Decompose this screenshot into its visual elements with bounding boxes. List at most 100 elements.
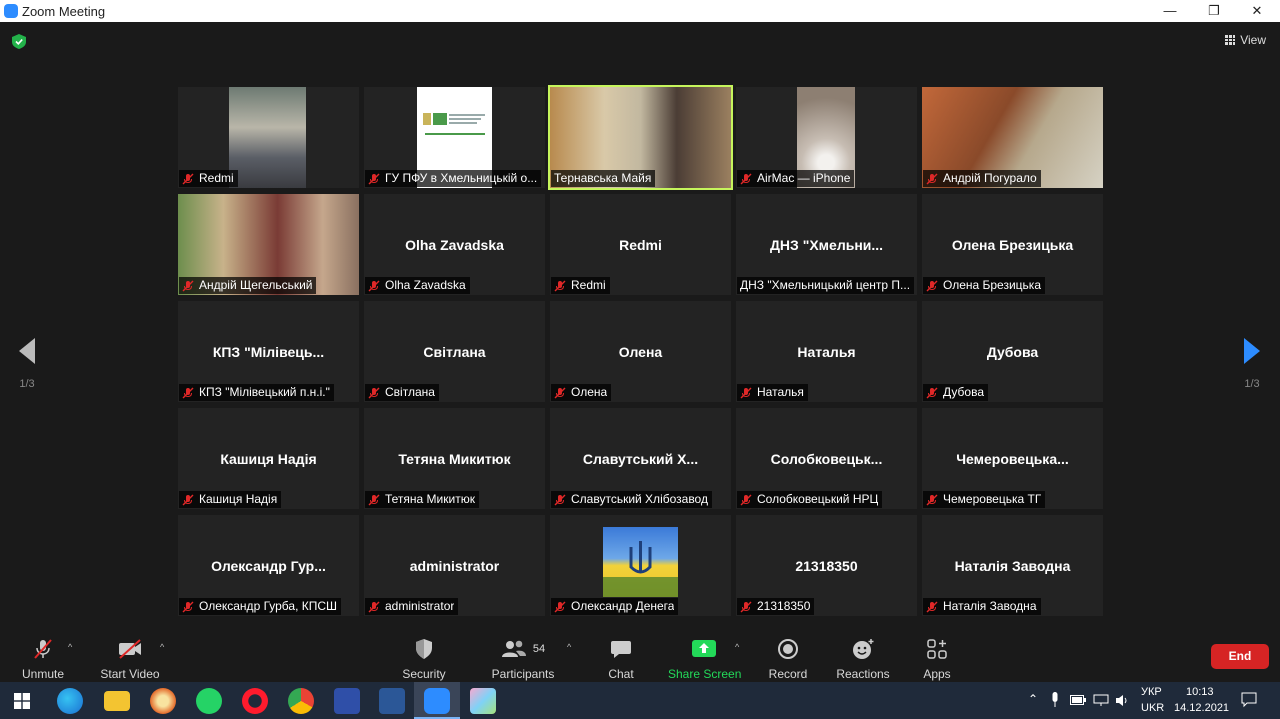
participant-tile[interactable]: Кашиця Надія Кашиця Надія [178,408,359,509]
participant-name-label: Олександр Гурба, КПСШ [179,598,342,615]
participant-name: Тетяна Микитюк [385,492,475,506]
participant-tile[interactable]: Olha Zavadska Olha Zavadska [364,194,545,295]
mic-muted-icon [554,387,566,398]
participant-name: Олена [571,385,608,399]
record-button[interactable]: Record [766,636,810,681]
start-video-button[interactable]: Start Video [100,636,160,681]
restore-button[interactable]: ❐ [1194,1,1234,21]
participant-tile[interactable]: Олена Брезицька Олена Брезицька [922,194,1103,295]
smiley-icon [853,639,874,659]
mic-muted-icon [182,173,194,184]
participant-tile[interactable]: ГУ ПФУ в Хмельницькій о... [364,87,545,188]
participant-tile[interactable]: ДНЗ "Хмельни... ДНЗ "Хмельницький центр П… [736,194,917,295]
participant-tile[interactable]: Тернавська Майя [548,85,733,190]
windows-start-icon[interactable] [14,693,30,709]
battery-icon[interactable] [1070,695,1086,705]
participant-tile[interactable]: Наталья Наталья [736,301,917,402]
participant-tile[interactable]: Андрій Щегельський [178,194,359,295]
participant-tile[interactable]: Солобковецьк... Солобковецький НРЦ [736,408,917,509]
word-app-icon[interactable] [379,688,405,714]
participant-name: Redmi [199,171,234,185]
notification-icon[interactable] [1241,692,1257,708]
participant-tile[interactable]: Тетяна Микитюк Тетяна Микитюк [364,408,545,509]
reactions-label: Reactions [836,667,890,681]
apps-button[interactable]: Apps [920,636,954,681]
share-screen-button[interactable]: Share Screen [668,636,741,681]
mic-muted-icon [740,601,752,612]
video-options-caret[interactable]: ^ [160,642,164,652]
volume-icon[interactable] [1115,694,1131,707]
security-shield-icon [416,639,432,659]
arrow-right-icon [1244,338,1260,364]
participant-tile[interactable]: КПЗ "Мілівець... КПЗ "Мілівецький п.н.і." [178,301,359,402]
participant-tile[interactable]: Дубова Дубова [922,301,1103,402]
participant-name: Олександр Денега [571,599,675,613]
settings-app-icon[interactable] [150,688,176,714]
participant-display-name: Олександр Гур... [211,558,326,574]
zoom-taskbar-active[interactable] [414,682,460,719]
photo-app-icon[interactable] [470,688,496,714]
grid-icon [1225,35,1236,45]
reactions-button[interactable]: Reactions [836,636,890,681]
participant-display-name: Redmi [619,237,662,253]
clock-time[interactable]: 10:13 [1186,686,1214,698]
participant-display-name: 21318350 [795,558,858,574]
end-meeting-button[interactable]: End [1211,644,1269,669]
keyboard-language-top[interactable]: УКР [1141,686,1162,698]
file-explorer-icon[interactable] [104,691,130,711]
participant-name-label: Чемеровецька ТГ [923,491,1046,508]
participant-name: 21318350 [757,599,811,613]
participant-tile[interactable]: Андрій Погурало [922,87,1103,188]
participant-tile[interactable]: Олена Олена [550,301,731,402]
participant-tile[interactable]: Олександр Денега [550,515,731,616]
audio-options-caret[interactable]: ^ [68,642,72,652]
mic-muted-icon [34,639,52,659]
next-page-button[interactable]: 1/3 [1237,338,1267,390]
meeting-toolbar: Unmute ^ Start Video ^ Security 54 Parti… [0,632,1280,682]
prev-page-button[interactable]: 1/3 [12,338,42,390]
participant-name-label: Кашиця Надія [179,491,282,508]
whatsapp-icon[interactable] [196,688,222,714]
keyboard-language-bottom[interactable]: UKR [1141,702,1164,714]
participants-button[interactable]: 54 Participants [490,636,556,681]
opera-browser-icon[interactable] [242,688,268,714]
view-button[interactable]: View [1225,33,1266,47]
chat-button[interactable]: Chat [602,636,640,681]
encryption-shield-icon[interactable] [12,34,26,49]
window-title: Zoom Meeting [22,4,106,19]
chat-label: Chat [608,667,634,681]
participant-name-label: ДНЗ "Хмельницький центр П... [737,277,915,294]
participant-tile[interactable]: Славутський Х... Славутський Хлібозавод [550,408,731,509]
unmute-button[interactable]: Unmute [20,636,66,681]
participant-name-label: Світлана [365,384,439,401]
participant-tile[interactable]: Світлана Світлана [364,301,545,402]
participant-tile[interactable]: Олександр Гур... Олександр Гурба, КПСШ [178,515,359,616]
edge-browser-icon[interactable] [57,688,83,714]
participant-tile[interactable]: AirMac — iPhone [736,87,917,188]
participant-name: Славутський Хлібозавод [571,492,708,506]
participant-name-label: Olha Zavadska [365,277,470,294]
participant-tile[interactable]: Наталія Заводна Наталія Заводна [922,515,1103,616]
participant-tile[interactable]: 21318350 21318350 [736,515,917,616]
participant-tile[interactable]: Чемеровецька... Чемеровецька ТГ [922,408,1103,509]
participant-tile[interactable]: administrator administrator [364,515,545,616]
participant-tile[interactable]: Redmi [178,87,359,188]
security-button[interactable]: Security [400,636,448,681]
network-icon[interactable] [1093,694,1109,707]
save-app-icon[interactable] [334,688,360,714]
gallery-grid: Redmi ГУ ПФУ в Хмельницькій о... Тернавськ… [178,85,1104,617]
participant-display-name: Світлана [423,344,486,360]
clock-date[interactable]: 14.12.2021 [1174,702,1229,714]
share-options-caret[interactable]: ^ [735,642,739,652]
participant-tile[interactable]: Redmi Redmi [550,194,731,295]
microphone-tray-icon[interactable] [1050,692,1060,708]
participant-name: Тернавська Майя [554,171,652,185]
tray-expand-icon[interactable]: ⌃ [1028,692,1038,706]
close-button[interactable]: ✕ [1237,1,1277,21]
start-video-label: Start Video [100,667,160,681]
participants-options-caret[interactable]: ^ [567,642,571,652]
minimize-button[interactable]: — [1150,1,1190,21]
record-label: Record [768,667,808,681]
participant-display-name: Чемеровецька... [956,451,1069,467]
chrome-browser-icon[interactable] [288,688,314,714]
